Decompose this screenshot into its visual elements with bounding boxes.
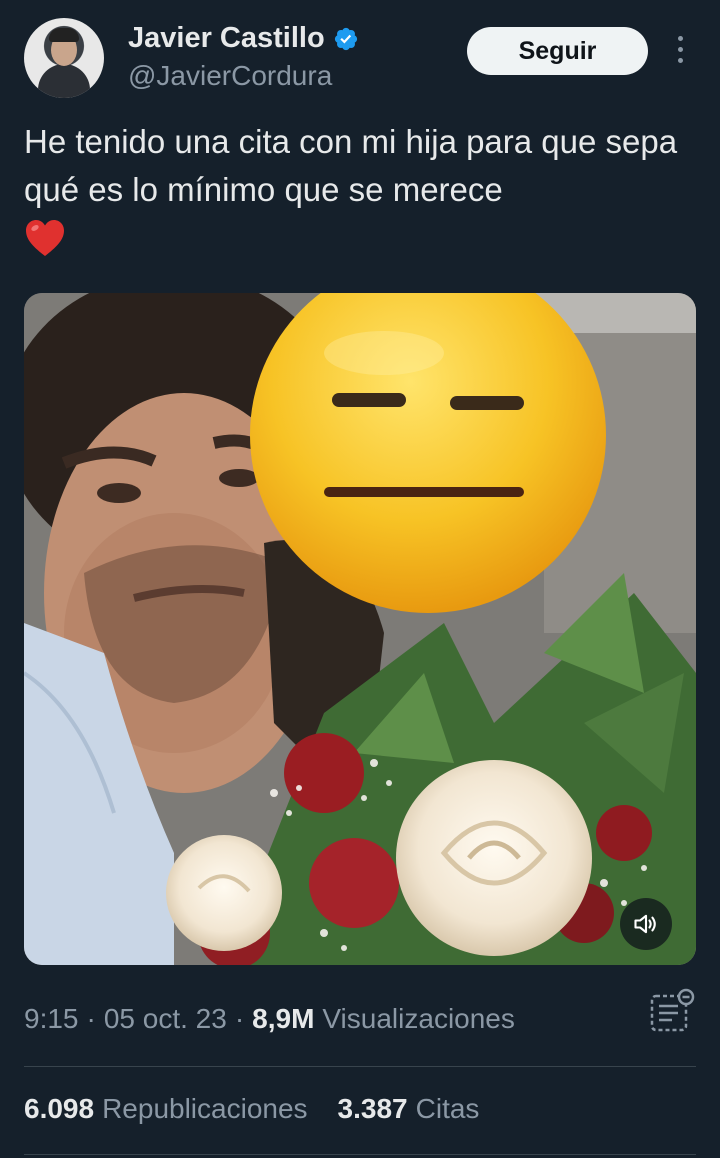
quotes-label[interactable]: Citas bbox=[416, 1093, 480, 1125]
tweet-date[interactable]: 05 oct. 23 bbox=[104, 1003, 227, 1035]
author-name-row: Javier Castillo bbox=[128, 22, 359, 55]
red-heart-emoji bbox=[26, 220, 64, 256]
reposts-label[interactable]: Republicaciones bbox=[102, 1093, 307, 1125]
analytics-icon[interactable] bbox=[648, 988, 696, 1034]
tweet-body: He tenido una cita con mi hija para que … bbox=[24, 123, 678, 208]
views-label: Visualizaciones bbox=[322, 1003, 515, 1034]
tweet-header: Javier Castillo @JavierCordura Seguir bbox=[0, 0, 720, 110]
video-frame bbox=[24, 293, 696, 965]
author-name[interactable]: Javier Castillo bbox=[128, 22, 325, 55]
tweet-meta: 9:15 · 05 oct. 23 · 8,9M Visualizaciones bbox=[24, 1003, 515, 1035]
avatar-suit bbox=[38, 64, 90, 98]
tweet-text: He tenido una cita con mi hija para que … bbox=[24, 118, 694, 258]
avatar-hair bbox=[49, 28, 79, 42]
quotes-count[interactable]: 3.387 bbox=[338, 1093, 408, 1125]
meta-separator: · bbox=[86, 1003, 96, 1034]
divider bbox=[24, 1154, 696, 1155]
unmute-button[interactable] bbox=[620, 898, 672, 950]
meta-separator: · bbox=[234, 1003, 245, 1034]
more-options-icon[interactable] bbox=[670, 36, 690, 68]
author-handle[interactable]: @JavierCordura bbox=[128, 60, 332, 92]
unmute-sound-icon bbox=[634, 914, 656, 934]
tweet-time[interactable]: 9:15 bbox=[24, 1003, 79, 1035]
views-count: 8,9M bbox=[252, 1003, 315, 1034]
follow-button[interactable]: Seguir bbox=[467, 27, 648, 75]
author-avatar[interactable] bbox=[24, 18, 104, 98]
tweet-video[interactable] bbox=[24, 293, 696, 965]
verified-badge-icon bbox=[334, 27, 357, 50]
divider bbox=[24, 1066, 696, 1067]
tweet-stats: 6.098 Republicaciones 3.387 Citas bbox=[24, 1093, 479, 1125]
reposts-count[interactable]: 6.098 bbox=[24, 1093, 94, 1125]
